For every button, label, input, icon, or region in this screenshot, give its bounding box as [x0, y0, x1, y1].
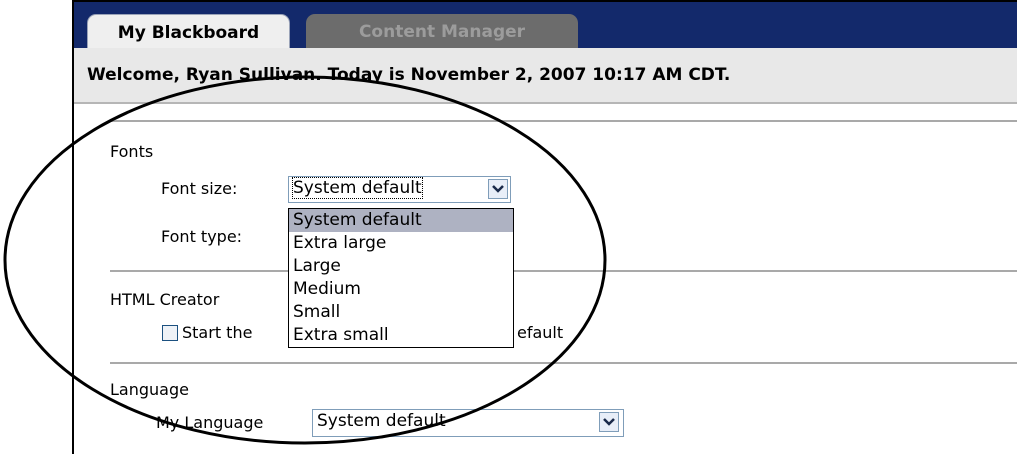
welcome-bar: Welcome, Ryan Sullivan. Today is Novembe… — [74, 48, 1017, 104]
top-navigation-bar: My Blackboard Content Manager — [74, 2, 1017, 48]
blackboard-window: My Blackboard Content Manager Welcome, R… — [72, 0, 1017, 454]
chevron-down-icon[interactable] — [599, 412, 619, 432]
font-size-dropdown-list: System default Extra large Large Medium … — [288, 208, 514, 348]
my-language-select[interactable]: System default — [312, 409, 624, 437]
my-language-label: My Language — [156, 413, 264, 432]
dropdown-option[interactable]: Large — [289, 255, 513, 278]
tab-content-manager[interactable]: Content Manager — [306, 14, 578, 48]
section-divider — [110, 270, 1017, 272]
font-size-value: System default — [292, 177, 423, 199]
preferences-page: Fonts Font size: System default Font typ… — [74, 104, 1017, 454]
dropdown-option[interactable]: Extra small — [289, 324, 513, 347]
html-creator-heading: HTML Creator — [110, 290, 220, 309]
dropdown-option[interactable]: System default — [289, 209, 513, 232]
dropdown-option[interactable]: Extra large — [289, 232, 513, 255]
font-size-label: Font size: — [161, 179, 238, 198]
tab-my-blackboard[interactable]: My Blackboard — [87, 14, 290, 48]
welcome-text: Welcome, Ryan Sullivan. Today is Novembe… — [87, 65, 731, 85]
section-divider — [110, 362, 1017, 364]
checkbox-icon[interactable] — [162, 325, 178, 341]
language-heading: Language — [110, 380, 189, 399]
html-creator-option-right: efault — [517, 323, 564, 342]
font-size-select[interactable]: System default — [288, 176, 511, 203]
dropdown-option[interactable]: Medium — [289, 278, 513, 301]
dropdown-option[interactable]: Small — [289, 301, 513, 324]
font-type-label: Font type: — [161, 227, 243, 246]
html-creator-option-left: Start the — [182, 323, 253, 342]
fonts-heading: Fonts — [110, 142, 154, 161]
chevron-down-icon[interactable] — [488, 179, 508, 199]
section-divider — [110, 120, 1017, 122]
my-language-value: System default — [317, 411, 446, 431]
